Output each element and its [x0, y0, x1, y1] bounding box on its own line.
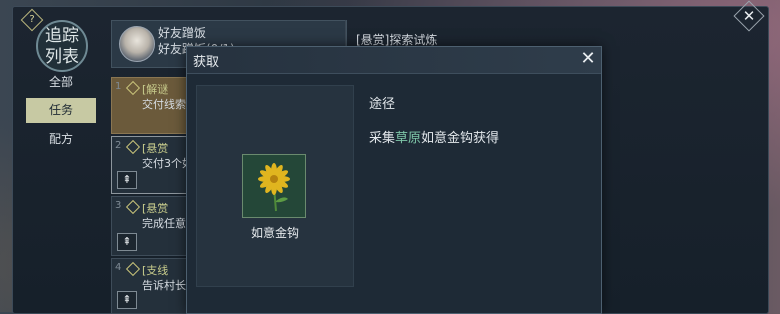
- quest-number: 4: [115, 262, 122, 273]
- pin-top-icon[interactable]: ⇞: [117, 291, 137, 309]
- close-icon[interactable]: ✕: [577, 48, 599, 70]
- close-icon: ✕: [742, 7, 756, 25]
- route-label: 途径: [369, 97, 396, 112]
- chrysanthemum-icon[interactable]: [242, 154, 306, 218]
- modal-header: 获取 ✕: [187, 47, 601, 74]
- modal-title: 获取: [193, 55, 220, 70]
- avatar: [119, 26, 155, 62]
- quest-tag: [悬赏: [142, 202, 169, 215]
- quest-desc: 完成任意: [142, 217, 186, 230]
- filter-all[interactable]: 全部: [26, 70, 96, 95]
- route-text[interactable]: 采集草原如意金钩获得: [369, 127, 499, 146]
- quest-number: 1: [115, 81, 122, 92]
- quest-item-3[interactable]: 3 [悬赏 完成任意 ⇞: [111, 196, 193, 256]
- flower-graphic: [258, 163, 290, 212]
- filter-task[interactable]: 任务: [26, 98, 96, 123]
- quest-diamond-icon: [125, 139, 141, 155]
- item-name: 如意金钩: [250, 226, 299, 240]
- quest-desc: 交付线索: [142, 98, 186, 111]
- quest-diamond-icon: [125, 80, 141, 96]
- acquire-modal: 获取 ✕ 如意金钩 途径 采集草原如意金钩获得: [186, 46, 602, 314]
- quest-diamond-icon: [125, 261, 141, 277]
- route-place-link[interactable]: 草原: [395, 131, 421, 146]
- route-suffix: 如意金钩获得: [421, 131, 500, 146]
- quest-item-2[interactable]: 2 [悬赏 交付3个如 ⇞: [111, 136, 193, 194]
- pin-top-icon[interactable]: ⇞: [117, 171, 137, 189]
- quest-item-1[interactable]: 1 [解谜 交付线索: [111, 77, 193, 134]
- quest-tag: [支线: [142, 264, 169, 277]
- filter-recipe[interactable]: 配方: [26, 127, 96, 152]
- quest-number: 2: [115, 140, 122, 151]
- quest-item-4[interactable]: 4 [支线 告诉村长 ⇞: [111, 258, 193, 314]
- tracker-title: 追踪列表: [36, 20, 88, 72]
- quest-diamond-icon: [125, 199, 141, 215]
- quest-number: 3: [115, 200, 122, 211]
- quest-tag: [解谜: [142, 83, 169, 96]
- friend-name: 好友蹭饭: [158, 26, 207, 40]
- help-glyph: ?: [29, 14, 35, 25]
- item-panel: 如意金钩: [196, 85, 354, 287]
- pin-top-icon[interactable]: ⇞: [117, 233, 137, 251]
- quest-desc: 告诉村长: [142, 279, 186, 292]
- route-prefix: 采集: [369, 131, 396, 146]
- quest-tag: [悬赏: [142, 142, 169, 155]
